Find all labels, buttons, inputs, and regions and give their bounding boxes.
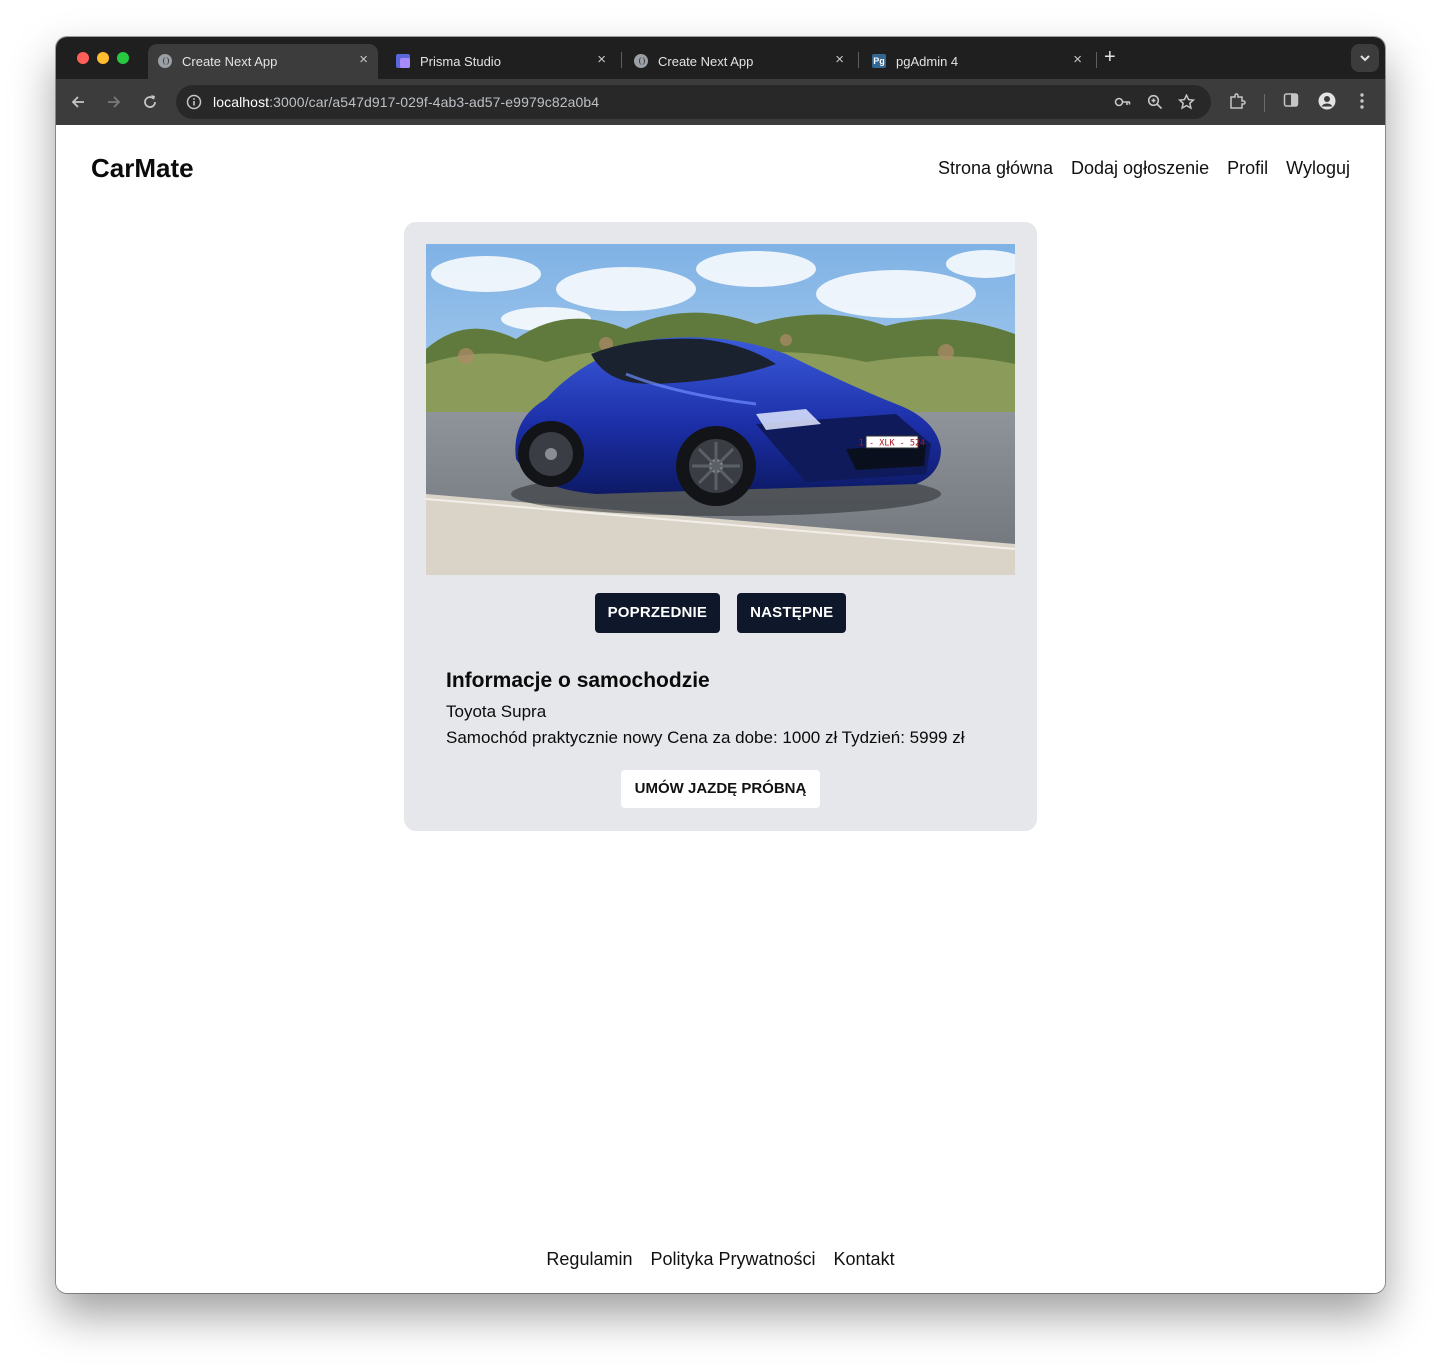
globe-icon: [634, 54, 648, 68]
footer-links: Regulamin Polityka Prywatności Kontakt: [56, 1249, 1385, 1270]
tab-close-icon[interactable]: ×: [1073, 51, 1082, 68]
zoom-icon[interactable]: [1147, 94, 1163, 110]
car-image: 1 - XLK - 524: [426, 244, 1015, 575]
footer-terms-link[interactable]: Regulamin: [546, 1249, 632, 1270]
tab-create-next-app-2[interactable]: Create Next App ×: [624, 44, 854, 79]
tab-pgadmin[interactable]: Pg pgAdmin 4 ×: [862, 44, 1092, 79]
tab-close-icon[interactable]: ×: [359, 51, 368, 68]
tab-create-next-app[interactable]: Create Next App ×: [148, 44, 378, 79]
car-description: Samochód praktycznie nowy Cena za dobe: …: [446, 728, 965, 747]
url-path: :3000/car/a547d917-029f-4ab3-ad57-e9979c…: [269, 94, 600, 110]
tab-strip: Create Next App × Prisma Studio × Create…: [56, 37, 1385, 79]
tab-title: pgAdmin 4: [896, 54, 959, 69]
main-nav: Strona główna Dodaj ogłoszenie Profil Wy…: [938, 158, 1350, 179]
url-host: localhost: [213, 94, 270, 110]
more-menu-icon[interactable]: [1359, 92, 1365, 110]
license-plate: 1 - XLK - 524: [859, 439, 926, 449]
password-key-icon[interactable]: [1114, 94, 1132, 110]
brand-logo[interactable]: CarMate: [91, 153, 194, 184]
tab-title: Create Next App: [658, 54, 754, 69]
nav-profile[interactable]: Profil: [1227, 158, 1268, 179]
nav-logout[interactable]: Wyloguj: [1286, 158, 1350, 179]
page-content: CarMate Strona główna Dodaj ogłoszenie P…: [56, 125, 1385, 1293]
gallery-controls: POPRZEDNIE NASTĘPNE: [404, 593, 1037, 633]
next-image-button[interactable]: NASTĘPNE: [737, 593, 847, 633]
footer-contact-link[interactable]: Kontakt: [834, 1249, 895, 1270]
url-text: localhost:3000/car/a547d917-029f-4ab3-ad…: [213, 94, 599, 110]
nav-add-listing[interactable]: Dodaj ogłoszenie: [1071, 158, 1209, 179]
nav-home[interactable]: Strona główna: [938, 158, 1053, 179]
prisma-icon: [396, 54, 410, 68]
maximize-window-button[interactable]: [117, 52, 129, 64]
side-panel-icon[interactable]: [1283, 92, 1299, 108]
reload-icon[interactable]: [140, 92, 160, 112]
extensions-puzzle-icon[interactable]: [1228, 92, 1246, 110]
tab-search-button[interactable]: [1351, 44, 1379, 72]
book-test-drive-button[interactable]: UMÓW JAZDĘ PRÓBNĄ: [621, 770, 820, 808]
globe-icon: [158, 54, 172, 68]
tab-separator: [858, 52, 859, 68]
tab-close-icon[interactable]: ×: [597, 51, 606, 68]
close-window-button[interactable]: [77, 52, 89, 64]
forward-arrow-icon[interactable]: [104, 92, 124, 112]
tab-close-icon[interactable]: ×: [835, 51, 844, 68]
footer-privacy-link[interactable]: Polityka Prywatności: [650, 1249, 815, 1270]
address-bar[interactable]: localhost:3000/car/a547d917-029f-4ab3-ad…: [176, 85, 1211, 119]
tab-separator: [1096, 52, 1097, 68]
tab-title: Create Next App: [182, 54, 278, 69]
back-arrow-icon[interactable]: [68, 92, 88, 112]
car-info-heading: Informacje o samochodzie: [446, 669, 710, 692]
site-info-icon[interactable]: [186, 94, 202, 110]
chevron-down-icon: [1360, 55, 1370, 62]
pgadmin-icon: Pg: [872, 54, 886, 68]
new-tab-button[interactable]: +: [1104, 46, 1116, 69]
car-model: Toyota Supra: [446, 702, 547, 721]
tab-separator: [621, 52, 622, 68]
browser-window: Create Next App × Prisma Studio × Create…: [56, 37, 1385, 1293]
browser-toolbar: localhost:3000/car/a547d917-029f-4ab3-ad…: [56, 79, 1385, 125]
car-card: 1 - XLK - 524 POPRZEDNIE NASTĘPNE Inform…: [404, 222, 1037, 831]
bookmark-star-icon[interactable]: [1178, 94, 1195, 110]
minimize-window-button[interactable]: [97, 52, 109, 64]
tab-title: Prisma Studio: [420, 54, 501, 69]
previous-image-button[interactable]: POPRZEDNIE: [594, 593, 721, 633]
profile-avatar-icon[interactable]: [1318, 92, 1336, 110]
car-photo: 1 - XLK - 524: [426, 244, 1015, 575]
toolbar-separator: [1264, 94, 1265, 112]
tab-prisma-studio[interactable]: Prisma Studio ×: [386, 44, 616, 79]
